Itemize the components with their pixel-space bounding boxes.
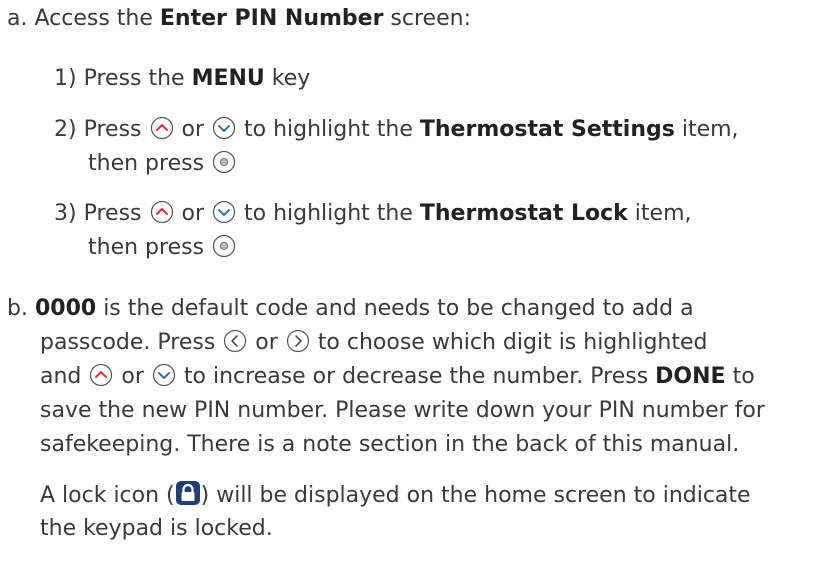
step-3-text-post: item, <box>627 201 692 226</box>
lock-note-line-2: the keypad is locked. <box>40 514 273 544</box>
step-b-l5: safekeeping. There is a note section in … <box>40 432 740 457</box>
step-3-cont-text: then press <box>88 235 205 260</box>
lock-icon <box>175 480 201 506</box>
step-3-text-pre: Press <box>83 201 149 226</box>
step-2-line: 2) Press or to highlight the Thermostat … <box>54 115 739 145</box>
step-3-bold: Thermostat Lock <box>419 201 628 226</box>
step-2-continuation: then press <box>88 149 237 179</box>
left-arrow-button-icon <box>223 329 247 353</box>
step-b-done-key: DONE <box>655 364 726 389</box>
step-3-marker: 3) <box>54 201 77 226</box>
step-a-line: a. Access the Enter PIN Number screen: <box>7 4 471 34</box>
step-b-l2-a: passcode. Press <box>40 330 223 355</box>
step-3-text-or: or <box>174 201 211 226</box>
instruction-document: a. Access the Enter PIN Number screen: 1… <box>0 0 836 578</box>
step-b-line-5: safekeeping. There is a note section in … <box>40 430 739 460</box>
step-a-text-pre: Access the <box>34 6 160 31</box>
step-b-l2-c: to choose which digit is highlighted <box>310 330 708 355</box>
up-arrow-button-icon <box>150 200 174 224</box>
step-b-l3-a: and <box>40 364 89 389</box>
down-arrow-button-icon <box>212 200 236 224</box>
select-button-icon <box>212 234 236 258</box>
lock-note-l2: the keypad is locked. <box>40 516 273 541</box>
step-1-line: 1) Press the MENU key <box>54 64 310 94</box>
up-arrow-button-icon <box>89 363 113 387</box>
step-b-line-3: and or to increase or decrease the numbe… <box>40 362 755 392</box>
step-b-line-1: b. 0000 is the default code and needs to… <box>7 294 694 324</box>
step-b-l4: save the new PIN number. Please write do… <box>40 398 765 423</box>
step-1-bold: MENU <box>191 66 265 91</box>
step-3-continuation: then press <box>88 233 237 263</box>
lock-note-l1-a: A lock icon ( <box>40 483 175 508</box>
step-b-default-code: 0000 <box>34 296 97 321</box>
step-b-marker: b. <box>7 296 28 321</box>
down-arrow-button-icon <box>212 116 236 140</box>
step-b-l3-d: to <box>725 364 755 389</box>
step-b-l3-c: to increase or decrease the number. Pres… <box>176 364 656 389</box>
step-2-bold: Thermostat Settings <box>419 117 675 142</box>
step-2-cont-text: then press <box>88 151 205 176</box>
step-1-text-pre: Press the <box>83 66 192 91</box>
lock-note-l1-b: ) will be displayed on the home screen t… <box>200 483 751 508</box>
step-1-marker: 1) <box>54 66 77 91</box>
step-2-marker: 2) <box>54 117 77 142</box>
down-arrow-button-icon <box>152 363 176 387</box>
step-a-bold: Enter PIN Number <box>159 6 384 31</box>
step-b-line-2: passcode. Press or to choose which digit… <box>40 328 707 358</box>
step-2-text-pre: Press <box>83 117 149 142</box>
step-b-l1-rest: is the default code and needs to be chan… <box>96 296 694 321</box>
step-3-line: 3) Press or to highlight the Thermostat … <box>54 199 692 229</box>
step-b-l3-b: or <box>114 364 151 389</box>
step-1-text-post: key <box>264 66 311 91</box>
lock-note-line-1: A lock icon ( ) will be displayed on the … <box>40 480 751 510</box>
step-2-text-or: or <box>174 117 211 142</box>
step-2-text-post: item, <box>674 117 739 142</box>
step-2-text-to: to highlight the <box>237 117 420 142</box>
step-b-l2-b: or <box>248 330 285 355</box>
step-3-text-to: to highlight the <box>237 201 420 226</box>
step-a-marker: a. <box>7 6 28 31</box>
select-button-icon <box>212 150 236 174</box>
right-arrow-button-icon <box>286 329 310 353</box>
step-b-line-4: save the new PIN number. Please write do… <box>40 396 765 426</box>
up-arrow-button-icon <box>150 116 174 140</box>
step-a-text-post: screen: <box>383 6 471 31</box>
